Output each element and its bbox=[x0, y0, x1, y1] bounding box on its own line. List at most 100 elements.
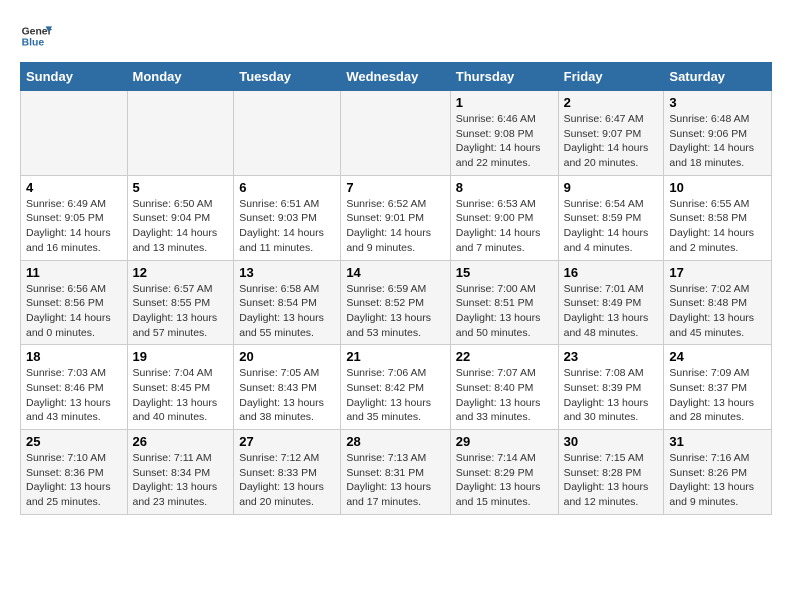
day-number: 11 bbox=[26, 265, 122, 280]
day-number: 1 bbox=[456, 95, 553, 110]
day-number: 3 bbox=[669, 95, 766, 110]
day-info: Sunrise: 7:13 AM Sunset: 8:31 PM Dayligh… bbox=[346, 451, 444, 510]
day-info: Sunrise: 6:55 AM Sunset: 8:58 PM Dayligh… bbox=[669, 197, 766, 256]
logo-icon: General Blue bbox=[20, 20, 52, 52]
calendar-cell: 13 Sunrise: 6:58 AM Sunset: 8:54 PM Dayli… bbox=[234, 260, 341, 345]
calendar-cell: 16 Sunrise: 7:01 AM Sunset: 8:49 PM Dayli… bbox=[558, 260, 664, 345]
day-number: 13 bbox=[239, 265, 335, 280]
calendar-cell: 7Sunrise: 6:52 AM Sunset: 9:01 PM Daylig… bbox=[341, 175, 450, 260]
calendar-cell: 9 Sunrise: 6:54 AM Sunset: 8:59 PM Daylig… bbox=[558, 175, 664, 260]
day-info: Sunrise: 7:12 AM Sunset: 8:33 PM Dayligh… bbox=[239, 451, 335, 510]
day-info: Sunrise: 6:51 AM Sunset: 9:03 PM Dayligh… bbox=[239, 197, 335, 256]
day-number: 18 bbox=[26, 349, 122, 364]
day-number: 7 bbox=[346, 180, 444, 195]
day-number: 30 bbox=[564, 434, 659, 449]
day-number: 24 bbox=[669, 349, 766, 364]
day-info: Sunrise: 7:08 AM Sunset: 8:39 PM Dayligh… bbox=[564, 366, 659, 425]
day-number: 15 bbox=[456, 265, 553, 280]
day-number: 9 bbox=[564, 180, 659, 195]
day-number: 2 bbox=[564, 95, 659, 110]
day-number: 27 bbox=[239, 434, 335, 449]
calendar-cell: 21 Sunrise: 7:06 AM Sunset: 8:42 PM Dayli… bbox=[341, 345, 450, 430]
calendar-cell: 23 Sunrise: 7:08 AM Sunset: 8:39 PM Dayli… bbox=[558, 345, 664, 430]
calendar-cell: 4Sunrise: 6:49 AM Sunset: 9:05 PM Daylig… bbox=[21, 175, 128, 260]
calendar-cell bbox=[127, 91, 234, 176]
day-number: 6 bbox=[239, 180, 335, 195]
calendar-cell: 19 Sunrise: 7:04 AM Sunset: 8:45 PM Dayli… bbox=[127, 345, 234, 430]
calendar-cell: 28Sunrise: 7:13 AM Sunset: 8:31 PM Dayli… bbox=[341, 430, 450, 515]
day-number: 12 bbox=[133, 265, 229, 280]
calendar-cell: 10 Sunrise: 6:55 AM Sunset: 8:58 PM Dayli… bbox=[664, 175, 772, 260]
day-number: 17 bbox=[669, 265, 766, 280]
day-info: Sunrise: 6:50 AM Sunset: 9:04 PM Dayligh… bbox=[133, 197, 229, 256]
calendar-cell: 8Sunrise: 6:53 AM Sunset: 9:00 PM Daylig… bbox=[450, 175, 558, 260]
calendar-cell: 26 Sunrise: 7:11 AM Sunset: 8:34 PM Dayli… bbox=[127, 430, 234, 515]
calendar-cell: 12 Sunrise: 6:57 AM Sunset: 8:55 PM Dayli… bbox=[127, 260, 234, 345]
day-info: Sunrise: 7:16 AM Sunset: 8:26 PM Dayligh… bbox=[669, 451, 766, 510]
calendar-week-1: 1 Sunrise: 6:46 AM Sunset: 9:08 PM Daylig… bbox=[21, 91, 772, 176]
day-info: Sunrise: 7:07 AM Sunset: 8:40 PM Dayligh… bbox=[456, 366, 553, 425]
day-info: Sunrise: 6:54 AM Sunset: 8:59 PM Dayligh… bbox=[564, 197, 659, 256]
header-sunday: Sunday bbox=[21, 63, 128, 91]
day-info: Sunrise: 7:11 AM Sunset: 8:34 PM Dayligh… bbox=[133, 451, 229, 510]
calendar-cell: 27 Sunrise: 7:12 AM Sunset: 8:33 PM Dayli… bbox=[234, 430, 341, 515]
calendar-week-5: 25 Sunrise: 7:10 AM Sunset: 8:36 PM Dayli… bbox=[21, 430, 772, 515]
day-info: Sunrise: 7:06 AM Sunset: 8:42 PM Dayligh… bbox=[346, 366, 444, 425]
calendar-cell: 14 Sunrise: 6:59 AM Sunset: 8:52 PM Dayli… bbox=[341, 260, 450, 345]
header-friday: Friday bbox=[558, 63, 664, 91]
svg-text:Blue: Blue bbox=[22, 38, 45, 49]
calendar-week-4: 18Sunrise: 7:03 AM Sunset: 8:46 PM Dayli… bbox=[21, 345, 772, 430]
day-number: 8 bbox=[456, 180, 553, 195]
day-number: 19 bbox=[133, 349, 229, 364]
calendar-cell: 6 Sunrise: 6:51 AM Sunset: 9:03 PM Daylig… bbox=[234, 175, 341, 260]
day-number: 10 bbox=[669, 180, 766, 195]
day-info: Sunrise: 6:48 AM Sunset: 9:06 PM Dayligh… bbox=[669, 112, 766, 171]
day-number: 16 bbox=[564, 265, 659, 280]
calendar-cell bbox=[21, 91, 128, 176]
day-info: Sunrise: 6:56 AM Sunset: 8:56 PM Dayligh… bbox=[26, 282, 122, 341]
day-info: Sunrise: 7:02 AM Sunset: 8:48 PM Dayligh… bbox=[669, 282, 766, 341]
calendar-week-2: 4Sunrise: 6:49 AM Sunset: 9:05 PM Daylig… bbox=[21, 175, 772, 260]
day-info: Sunrise: 7:10 AM Sunset: 8:36 PM Dayligh… bbox=[26, 451, 122, 510]
calendar-cell: 3 Sunrise: 6:48 AM Sunset: 9:06 PM Daylig… bbox=[664, 91, 772, 176]
day-info: Sunrise: 7:01 AM Sunset: 8:49 PM Dayligh… bbox=[564, 282, 659, 341]
day-number: 14 bbox=[346, 265, 444, 280]
header-monday: Monday bbox=[127, 63, 234, 91]
calendar-cell: 24 Sunrise: 7:09 AM Sunset: 8:37 PM Dayli… bbox=[664, 345, 772, 430]
day-number: 29 bbox=[456, 434, 553, 449]
day-number: 25 bbox=[26, 434, 122, 449]
day-number: 5 bbox=[133, 180, 229, 195]
day-info: Sunrise: 6:57 AM Sunset: 8:55 PM Dayligh… bbox=[133, 282, 229, 341]
day-number: 23 bbox=[564, 349, 659, 364]
day-number: 21 bbox=[346, 349, 444, 364]
day-number: 22 bbox=[456, 349, 553, 364]
day-info: Sunrise: 7:15 AM Sunset: 8:28 PM Dayligh… bbox=[564, 451, 659, 510]
calendar-cell: 17 Sunrise: 7:02 AM Sunset: 8:48 PM Dayli… bbox=[664, 260, 772, 345]
logo: General Blue bbox=[20, 20, 52, 52]
calendar-cell: 2Sunrise: 6:47 AM Sunset: 9:07 PM Daylig… bbox=[558, 91, 664, 176]
calendar-cell: 29Sunrise: 7:14 AM Sunset: 8:29 PM Dayli… bbox=[450, 430, 558, 515]
calendar-cell bbox=[341, 91, 450, 176]
page-header: General Blue bbox=[20, 20, 772, 52]
day-number: 31 bbox=[669, 434, 766, 449]
calendar-cell bbox=[234, 91, 341, 176]
calendar-cell: 15 Sunrise: 7:00 AM Sunset: 8:51 PM Dayli… bbox=[450, 260, 558, 345]
calendar-cell: 30 Sunrise: 7:15 AM Sunset: 8:28 PM Dayli… bbox=[558, 430, 664, 515]
day-info: Sunrise: 7:05 AM Sunset: 8:43 PM Dayligh… bbox=[239, 366, 335, 425]
day-info: Sunrise: 7:09 AM Sunset: 8:37 PM Dayligh… bbox=[669, 366, 766, 425]
day-info: Sunrise: 6:58 AM Sunset: 8:54 PM Dayligh… bbox=[239, 282, 335, 341]
day-info: Sunrise: 7:00 AM Sunset: 8:51 PM Dayligh… bbox=[456, 282, 553, 341]
day-info: Sunrise: 6:59 AM Sunset: 8:52 PM Dayligh… bbox=[346, 282, 444, 341]
day-info: Sunrise: 6:46 AM Sunset: 9:08 PM Dayligh… bbox=[456, 112, 553, 171]
day-info: Sunrise: 7:04 AM Sunset: 8:45 PM Dayligh… bbox=[133, 366, 229, 425]
calendar-cell: 18Sunrise: 7:03 AM Sunset: 8:46 PM Dayli… bbox=[21, 345, 128, 430]
calendar-cell: 5 Sunrise: 6:50 AM Sunset: 9:04 PM Daylig… bbox=[127, 175, 234, 260]
calendar-cell: 25 Sunrise: 7:10 AM Sunset: 8:36 PM Dayli… bbox=[21, 430, 128, 515]
header-tuesday: Tuesday bbox=[234, 63, 341, 91]
header-wednesday: Wednesday bbox=[341, 63, 450, 91]
day-number: 26 bbox=[133, 434, 229, 449]
day-info: Sunrise: 6:49 AM Sunset: 9:05 PM Dayligh… bbox=[26, 197, 122, 256]
calendar-header-row: SundayMondayTuesdayWednesdayThursdayFrid… bbox=[21, 63, 772, 91]
calendar-table: SundayMondayTuesdayWednesdayThursdayFrid… bbox=[20, 62, 772, 515]
header-thursday: Thursday bbox=[450, 63, 558, 91]
